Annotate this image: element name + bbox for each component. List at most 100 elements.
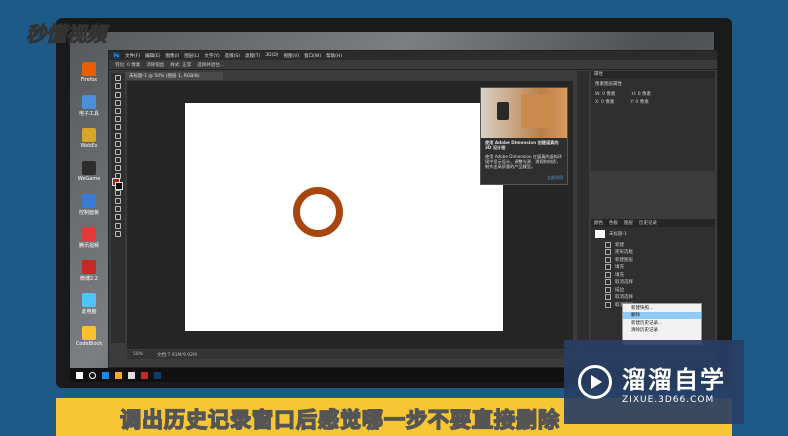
watermark-logo: 秒懂视频 bbox=[26, 22, 107, 47]
desktop-icon[interactable]: WeGame bbox=[72, 161, 106, 182]
app-icon bbox=[82, 260, 96, 274]
history-state-label: 取消选择 bbox=[615, 295, 633, 301]
app-icon bbox=[82, 95, 96, 109]
history-state-label: 填充 bbox=[615, 265, 624, 271]
promo-title: 使用 Adobe Dimension 创建逼真的 3D 设计图 bbox=[485, 140, 559, 150]
promo-try-link[interactable]: 立即试用 bbox=[547, 175, 563, 181]
panel-tab[interactable]: 颜色 bbox=[594, 220, 603, 226]
document-tab[interactable]: 未标题-1 @ 50% (图层 1, RGB/8) bbox=[125, 72, 223, 80]
menu-item[interactable]: 图层(L) bbox=[184, 53, 199, 59]
tool-icon[interactable] bbox=[115, 75, 121, 82]
play-logo-icon bbox=[578, 365, 612, 399]
tool-icon[interactable] bbox=[115, 132, 121, 139]
history-state[interactable]: 矩形选框 bbox=[591, 249, 715, 257]
tool-icon[interactable] bbox=[115, 148, 121, 155]
property-row: W: 0 像素 H: 0 像素 bbox=[591, 90, 715, 98]
context-menu-item[interactable]: 清除历史记录 bbox=[623, 327, 701, 335]
photoshop-logo-icon: Ps bbox=[113, 52, 120, 59]
context-menu-item[interactable]: 新建快照... bbox=[623, 304, 701, 312]
dimension-promo-popup: 使用 Adobe Dimension 创建逼真的 3D 设计图 使用 Adobe… bbox=[480, 87, 568, 185]
history-state[interactable]: 填充 bbox=[591, 271, 715, 279]
history-snapshot[interactable]: 未标题-1 bbox=[591, 227, 715, 241]
tool-icon[interactable] bbox=[115, 83, 121, 90]
tool-icon[interactable] bbox=[115, 124, 121, 131]
tool-icon[interactable] bbox=[115, 222, 121, 229]
menu-item[interactable]: 滤镜(T) bbox=[245, 53, 260, 59]
panel-tab[interactable]: 图层 bbox=[624, 220, 633, 226]
tool-icon[interactable] bbox=[115, 214, 121, 221]
tool-icon[interactable] bbox=[115, 157, 121, 164]
menu-item[interactable]: 文字(Y) bbox=[204, 53, 219, 59]
history-state-icon bbox=[605, 279, 611, 286]
store-icon[interactable] bbox=[128, 371, 135, 379]
menu-item[interactable]: 视图(V) bbox=[284, 53, 300, 59]
tool-icon[interactable] bbox=[115, 91, 121, 98]
desktop-icon[interactable]: 此电脑 bbox=[72, 293, 106, 315]
history-state[interactable]: 新建图层 bbox=[591, 256, 715, 264]
menu-item[interactable]: 选择(S) bbox=[225, 53, 240, 59]
tool-icon[interactable] bbox=[115, 206, 121, 213]
desktop-icon-label: 控制面板 bbox=[78, 210, 99, 216]
tool-icon[interactable] bbox=[115, 116, 121, 123]
desktop-icon[interactable]: CodeBlock bbox=[72, 326, 106, 347]
folder-icon[interactable] bbox=[115, 371, 122, 379]
tool-icon[interactable] bbox=[115, 230, 121, 237]
search-icon[interactable] bbox=[89, 371, 96, 379]
menu-item[interactable]: 3D(D) bbox=[265, 53, 278, 59]
context-menu-item[interactable]: 删除 bbox=[623, 311, 701, 319]
menu-item[interactable]: 帮助(H) bbox=[326, 53, 342, 59]
app-icon[interactable] bbox=[141, 371, 148, 379]
desktop-icon[interactable]: 控制面板 bbox=[72, 194, 106, 216]
tool-icon[interactable] bbox=[115, 189, 121, 196]
status-bar: 50% 文档:7.91M/9.92M bbox=[127, 350, 573, 359]
history-state-icon bbox=[605, 294, 611, 301]
history-state-icon bbox=[605, 271, 611, 278]
panel-tab[interactable]: 历史记录 bbox=[639, 220, 657, 226]
history-state-icon bbox=[605, 256, 611, 263]
history-state-icon bbox=[605, 264, 611, 271]
property-field[interactable]: X: 0 像素 bbox=[595, 99, 614, 105]
tool-icon[interactable] bbox=[115, 107, 121, 114]
menu-item[interactable]: 文件(F) bbox=[125, 53, 140, 59]
edge-icon[interactable] bbox=[102, 371, 109, 379]
brown-ring-shape bbox=[293, 187, 343, 237]
photoshop-taskbar-icon[interactable] bbox=[154, 371, 161, 379]
desktop-icon-label: WeGame bbox=[77, 176, 101, 182]
desktop-icon[interactable]: Firefox bbox=[72, 62, 106, 83]
windows-start-icon[interactable] bbox=[76, 371, 83, 379]
menu-item[interactable]: 窗口(W) bbox=[304, 53, 321, 59]
document-canvas[interactable] bbox=[185, 103, 503, 331]
desktop-icon[interactable]: 电子工具 bbox=[72, 95, 106, 117]
property-field[interactable]: W: 0 像素 bbox=[595, 91, 615, 97]
history-state[interactable]: 描边 bbox=[591, 286, 715, 294]
panel-tab[interactable]: 色板 bbox=[609, 220, 618, 226]
option-control[interactable]: 羽化: 0 像素 bbox=[115, 62, 140, 68]
property-field[interactable]: H: 0 像素 bbox=[631, 91, 651, 97]
desktop-icon[interactable]: 微博2.2 bbox=[72, 260, 106, 282]
tool-icon[interactable] bbox=[115, 140, 121, 147]
history-state[interactable]: 新建 bbox=[591, 241, 715, 249]
option-control[interactable]: 消除锯齿 bbox=[146, 62, 164, 68]
option-control[interactable]: 选择并遮住... bbox=[197, 62, 224, 68]
property-field[interactable]: Y: 0 像素 bbox=[630, 99, 648, 105]
tool-icon[interactable] bbox=[115, 99, 121, 106]
menu-bar: Ps 文件(F) 编辑(E) 图像(I) 图层(L) 文字(Y) 选择(S) 滤镜(T) 3D… bbox=[109, 51, 717, 60]
history-state[interactable]: 取消选择 bbox=[591, 279, 715, 287]
desktop-icon-label: 腾讯视频 bbox=[78, 243, 99, 249]
app-icon bbox=[82, 161, 96, 175]
background-color-swatch[interactable] bbox=[115, 182, 123, 190]
context-menu-item[interactable]: 新建历史记录... bbox=[623, 319, 701, 327]
desktop-icon[interactable]: WebEx bbox=[72, 128, 106, 149]
desktop-icon[interactable]: 腾讯视频 bbox=[72, 227, 106, 249]
cup-image bbox=[497, 102, 509, 120]
history-state[interactable]: 取消选择 bbox=[591, 294, 715, 302]
history-state[interactable]: 填充 bbox=[591, 264, 715, 272]
box-image bbox=[521, 94, 553, 128]
menu-item[interactable]: 编辑(E) bbox=[145, 53, 160, 59]
menu-item[interactable]: 图像(I) bbox=[165, 53, 179, 59]
tool-icon[interactable] bbox=[115, 165, 121, 172]
app-icon bbox=[82, 293, 96, 307]
option-control[interactable]: 样式: 正常 bbox=[170, 62, 191, 68]
zoom-level[interactable]: 50% bbox=[133, 352, 143, 357]
tool-icon[interactable] bbox=[115, 198, 121, 204]
